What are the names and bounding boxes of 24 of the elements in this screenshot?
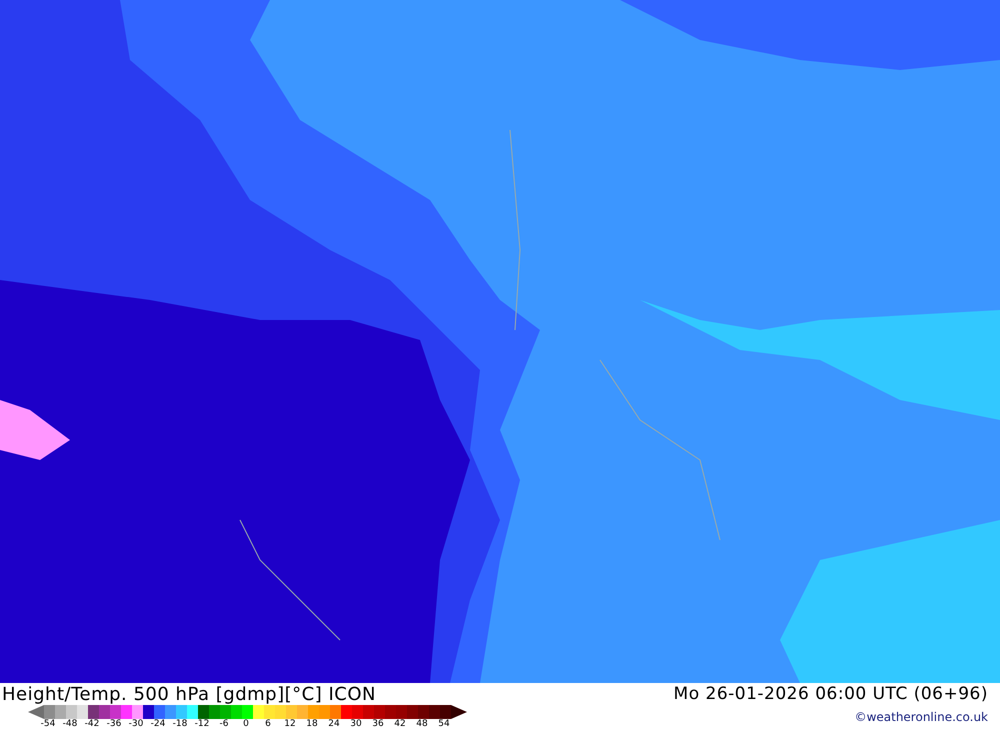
scale-tick-label: 48 bbox=[415, 719, 429, 729]
scale-tick-label: -24 bbox=[150, 719, 166, 729]
scale-tick-label: -12 bbox=[194, 719, 210, 729]
left-arrow-icon bbox=[28, 705, 44, 719]
scale-tick-label: 0 bbox=[242, 719, 250, 729]
scale-tick-label: 6 bbox=[264, 719, 272, 729]
scale-tick-label: 18 bbox=[305, 719, 319, 729]
chart-title: Height/Temp. 500 hPa [gdmp][°C] ICON bbox=[2, 684, 376, 704]
scale-tick-label: 24 bbox=[327, 719, 341, 729]
scale-tick-label: -48 bbox=[62, 719, 78, 729]
scale-tick-label: -18 bbox=[172, 719, 188, 729]
copyright-text: ©weatheronline.co.uk bbox=[854, 710, 988, 724]
scale-tick-label: 30 bbox=[349, 719, 363, 729]
scale-tick-label: -36 bbox=[106, 719, 122, 729]
scale-tick-label: 12 bbox=[283, 719, 297, 729]
scale-tick-label: 36 bbox=[371, 719, 385, 729]
scale-tick-label: 54 bbox=[437, 719, 451, 729]
scale-tick-label: 42 bbox=[393, 719, 407, 729]
valid-time: Mo 26-01-2026 06:00 UTC (06+96) bbox=[674, 684, 988, 704]
scale-tick-label: -54 bbox=[40, 719, 56, 729]
scale-tick-label: -6 bbox=[218, 719, 230, 729]
right-arrow-icon bbox=[451, 705, 467, 719]
scale-tick-label: -30 bbox=[128, 719, 144, 729]
scale-tick-label: -42 bbox=[84, 719, 100, 729]
